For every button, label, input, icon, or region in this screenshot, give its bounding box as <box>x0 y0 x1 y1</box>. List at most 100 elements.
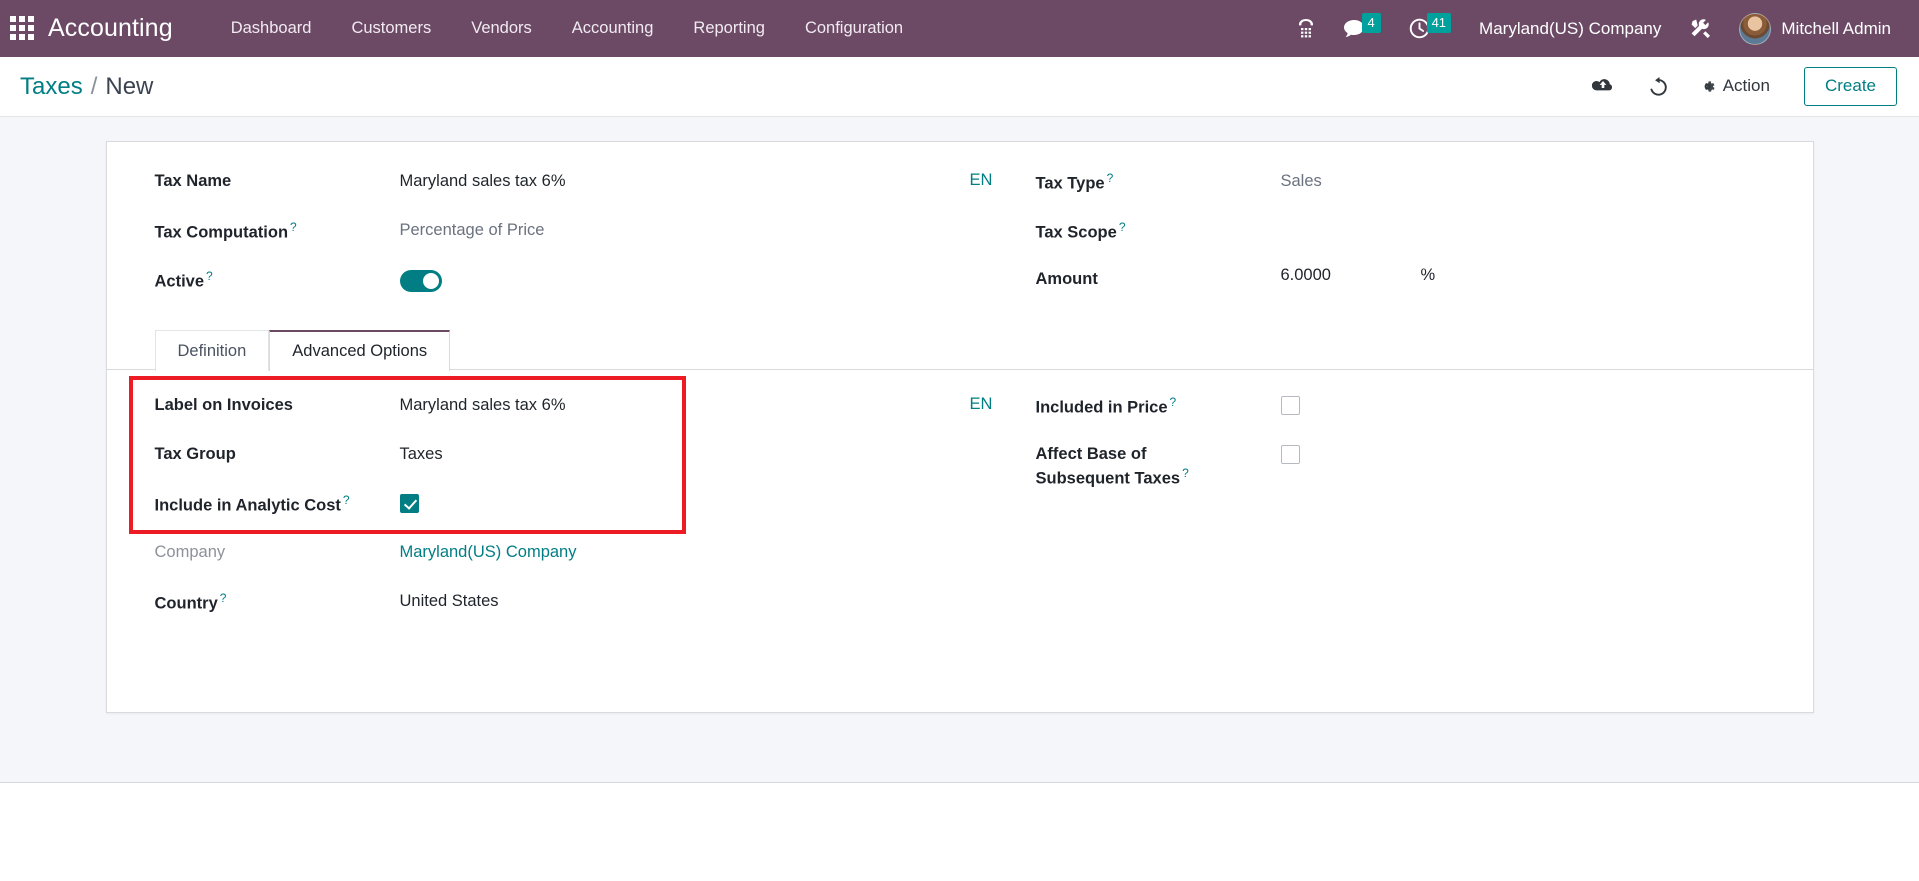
tax-main-left-column: Tax Name Maryland sales tax 6% Tax Compu… <box>107 168 960 315</box>
menu-item-customers[interactable]: Customers <box>331 11 451 46</box>
save-record-button[interactable] <box>1575 70 1631 102</box>
spacer: EN <box>970 441 1036 463</box>
user-name-label: Mitchell Admin <box>1781 18 1891 38</box>
breadcrumb-separator: / <box>90 72 98 100</box>
help-tip-icon[interactable]: ? <box>343 493 350 507</box>
help-tip-icon[interactable]: ? <box>206 269 213 283</box>
phone-dialpad-icon <box>1298 18 1313 37</box>
amount-field-group: 6.0000 % <box>1281 266 1436 285</box>
translation-lang-badge[interactable]: EN <box>970 168 1036 190</box>
field-row-tax-name: Tax Name Maryland sales tax 6% <box>155 168 950 217</box>
cloud-upload-icon <box>1591 79 1612 91</box>
help-tip-icon[interactable]: ? <box>290 220 297 234</box>
affect-base-of-subsequent-taxes-checkbox[interactable] <box>1280 445 1300 464</box>
field-row-tax-type: EN Tax Type? Sales <box>970 168 1813 217</box>
label-on-invoices-label: Label on Invoices <box>154 396 293 414</box>
amount-input[interactable]: 6.0000 <box>1281 266 1421 285</box>
tax-form-sheet: Tax Name Maryland sales tax 6% Tax Compu… <box>105 141 1814 713</box>
menu-item-reporting[interactable]: Reporting <box>673 11 785 46</box>
activities-button[interactable]: 41 <box>1395 12 1465 45</box>
help-tip-icon[interactable]: ? <box>1170 395 1177 409</box>
help-tip-icon[interactable]: ? <box>1119 220 1126 234</box>
field-row-company: Company Maryland(US) Company <box>155 539 950 588</box>
breadcrumb-current-new: New <box>105 72 154 100</box>
developer-tools-button[interactable] <box>1675 11 1727 47</box>
tools-wrench-icon <box>1691 18 1711 38</box>
tax-type-select[interactable]: Sales <box>1281 168 1322 193</box>
company-label: Company <box>154 543 226 561</box>
spacer: EN <box>970 266 1036 288</box>
messages-badge: 4 <box>1361 12 1381 33</box>
menu-item-configuration[interactable]: Configuration <box>785 11 923 46</box>
include-in-analytic-cost-label: Include in Analytic Cost? <box>154 493 350 515</box>
tax-scope-select[interactable] <box>1281 217 1401 237</box>
field-row-include-in-analytic-cost: Include in Analytic Cost? <box>155 490 950 539</box>
tax-main-right-column: EN Tax Type? Sales EN Tax Scope? EN Amou… <box>960 168 1813 315</box>
field-row-label-on-invoices: Label on Invoices Maryland sales tax 6% <box>155 392 950 441</box>
navbar-right-tools: 4 41 Maryland(US) Company Mitchell Admin <box>1283 9 1897 49</box>
help-tip-icon[interactable]: ? <box>1107 171 1114 185</box>
help-tip-icon[interactable]: ? <box>1182 466 1189 480</box>
top-navbar: Accounting Dashboard Customers Vendors A… <box>0 0 1919 57</box>
field-row-included-in-price: EN Included in Price? <box>970 392 1813 441</box>
undo-arrow-icon <box>1650 77 1667 97</box>
notebook-tabs: Definition Advanced Options <box>106 329 1813 371</box>
field-row-amount: EN Amount 6.0000 % <box>970 266 1813 315</box>
included-in-price-checkbox[interactable] <box>1280 396 1300 415</box>
app-brand-accounting[interactable]: Accounting <box>48 14 173 43</box>
advanced-left-column: Label on Invoices Maryland sales tax 6% … <box>107 392 960 637</box>
user-avatar <box>1739 12 1772 45</box>
menu-item-vendors[interactable]: Vendors <box>451 11 552 46</box>
tax-scope-label: Tax Scope? <box>1035 220 1126 242</box>
label-on-invoices-input[interactable]: Maryland sales tax 6% <box>400 392 566 417</box>
tax-computation-label: Tax Computation? <box>154 220 297 242</box>
main-menu: Dashboard Customers Vendors Accounting R… <box>211 11 923 46</box>
tax-computation-select[interactable]: Percentage of Price <box>400 217 545 242</box>
activities-badge: 41 <box>1426 12 1452 33</box>
menu-item-accounting[interactable]: Accounting <box>552 11 674 46</box>
active-toggle[interactable] <box>399 270 442 292</box>
affect-base-of-subsequent-taxes-label: Affect Base of Subsequent Taxes? <box>1035 445 1189 488</box>
breadcrumb: Taxes / New <box>20 73 153 101</box>
country-label: Country? <box>154 591 227 613</box>
field-row-active: Active? <box>155 266 950 315</box>
tax-group-label: Tax Group <box>154 445 236 463</box>
content-area: Tax Name Maryland sales tax 6% Tax Compu… <box>0 117 1919 783</box>
tax-group-select[interactable]: Taxes <box>400 441 443 466</box>
gear-icon <box>1704 81 1715 92</box>
company-switcher[interactable]: Maryland(US) Company <box>1465 13 1675 45</box>
included-in-price-label: Included in Price? <box>1035 395 1177 417</box>
user-menu[interactable]: Mitchell Admin <box>1727 9 1897 49</box>
control-panel-buttons: Action Create <box>1575 67 1897 106</box>
advanced-right-column: EN Included in Price? EN Affect Base of … <box>960 392 1813 637</box>
active-label: Active? <box>154 269 213 291</box>
control-panel: Taxes / New Action Create <box>0 57 1919 117</box>
tab-advanced-options[interactable]: Advanced Options <box>269 330 451 371</box>
help-tip-icon[interactable]: ? <box>220 591 227 605</box>
advanced-options-panel: Label on Invoices Maryland sales tax 6% … <box>107 370 1813 637</box>
amount-percent-suffix: % <box>1420 266 1436 284</box>
tab-definition[interactable]: Definition <box>154 330 270 371</box>
field-row-affect-base-of-subsequent-taxes: EN Affect Base of Subsequent Taxes? <box>970 441 1813 490</box>
action-menu-label: Action <box>1722 76 1770 96</box>
messages-button[interactable]: 4 <box>1329 12 1395 45</box>
field-row-country: Country? United States <box>155 588 950 637</box>
create-button[interactable]: Create <box>1803 67 1897 106</box>
spacer: EN <box>970 217 1036 239</box>
translation-lang-badge[interactable]: EN <box>970 392 1036 414</box>
action-menu-button[interactable]: Action <box>1685 70 1784 102</box>
discard-changes-button[interactable] <box>1631 69 1685 103</box>
country-select[interactable]: United States <box>400 588 499 613</box>
tax-type-label: Tax Type? <box>1035 171 1114 193</box>
voip-phone-button[interactable] <box>1283 12 1329 46</box>
field-row-tax-scope: EN Tax Scope? <box>970 217 1813 266</box>
amount-label: Amount <box>1035 270 1098 288</box>
apps-grid-icon[interactable] <box>10 15 36 42</box>
include-in-analytic-cost-checkbox[interactable] <box>399 494 419 513</box>
tax-main-fields: Tax Name Maryland sales tax 6% Tax Compu… <box>107 142 1813 319</box>
field-row-tax-computation: Tax Computation? Percentage of Price <box>155 217 950 266</box>
breadcrumb-taxes[interactable]: Taxes <box>20 73 83 101</box>
company-value-link[interactable]: Maryland(US) Company <box>400 539 577 564</box>
menu-item-dashboard[interactable]: Dashboard <box>211 11 332 46</box>
tax-name-input[interactable]: Maryland sales tax 6% <box>400 168 566 193</box>
